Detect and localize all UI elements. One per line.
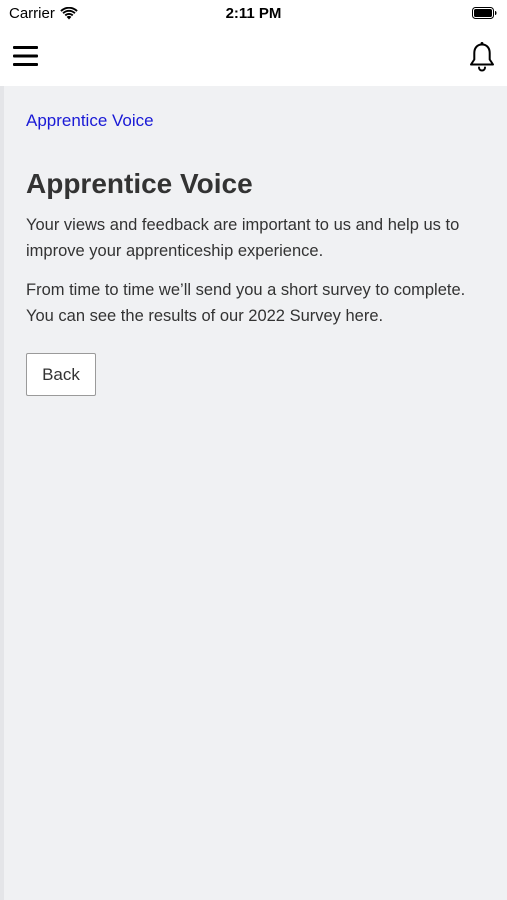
breadcrumb[interactable]: Apprentice Voice (26, 111, 154, 131)
menu-button[interactable] (12, 43, 40, 71)
battery-icon (472, 7, 497, 19)
app-header (0, 30, 507, 86)
intro-paragraph: Your views and feedback are important to… (26, 216, 460, 260)
hamburger-menu-icon (13, 46, 38, 66)
main-content: Apprentice Voice Apprentice Voice Your v… (0, 86, 507, 900)
status-time: 2:11 PM (225, 5, 282, 22)
survey-paragraph: From time to time we’ll send you a short… (26, 281, 466, 325)
status-bar: Carrier 2:11 PM (0, 0, 507, 30)
notifications-button[interactable] (468, 41, 496, 73)
bell-icon (470, 42, 494, 72)
page-title: Apprentice Voice (26, 168, 253, 199)
back-button[interactable]: Back (26, 353, 96, 396)
